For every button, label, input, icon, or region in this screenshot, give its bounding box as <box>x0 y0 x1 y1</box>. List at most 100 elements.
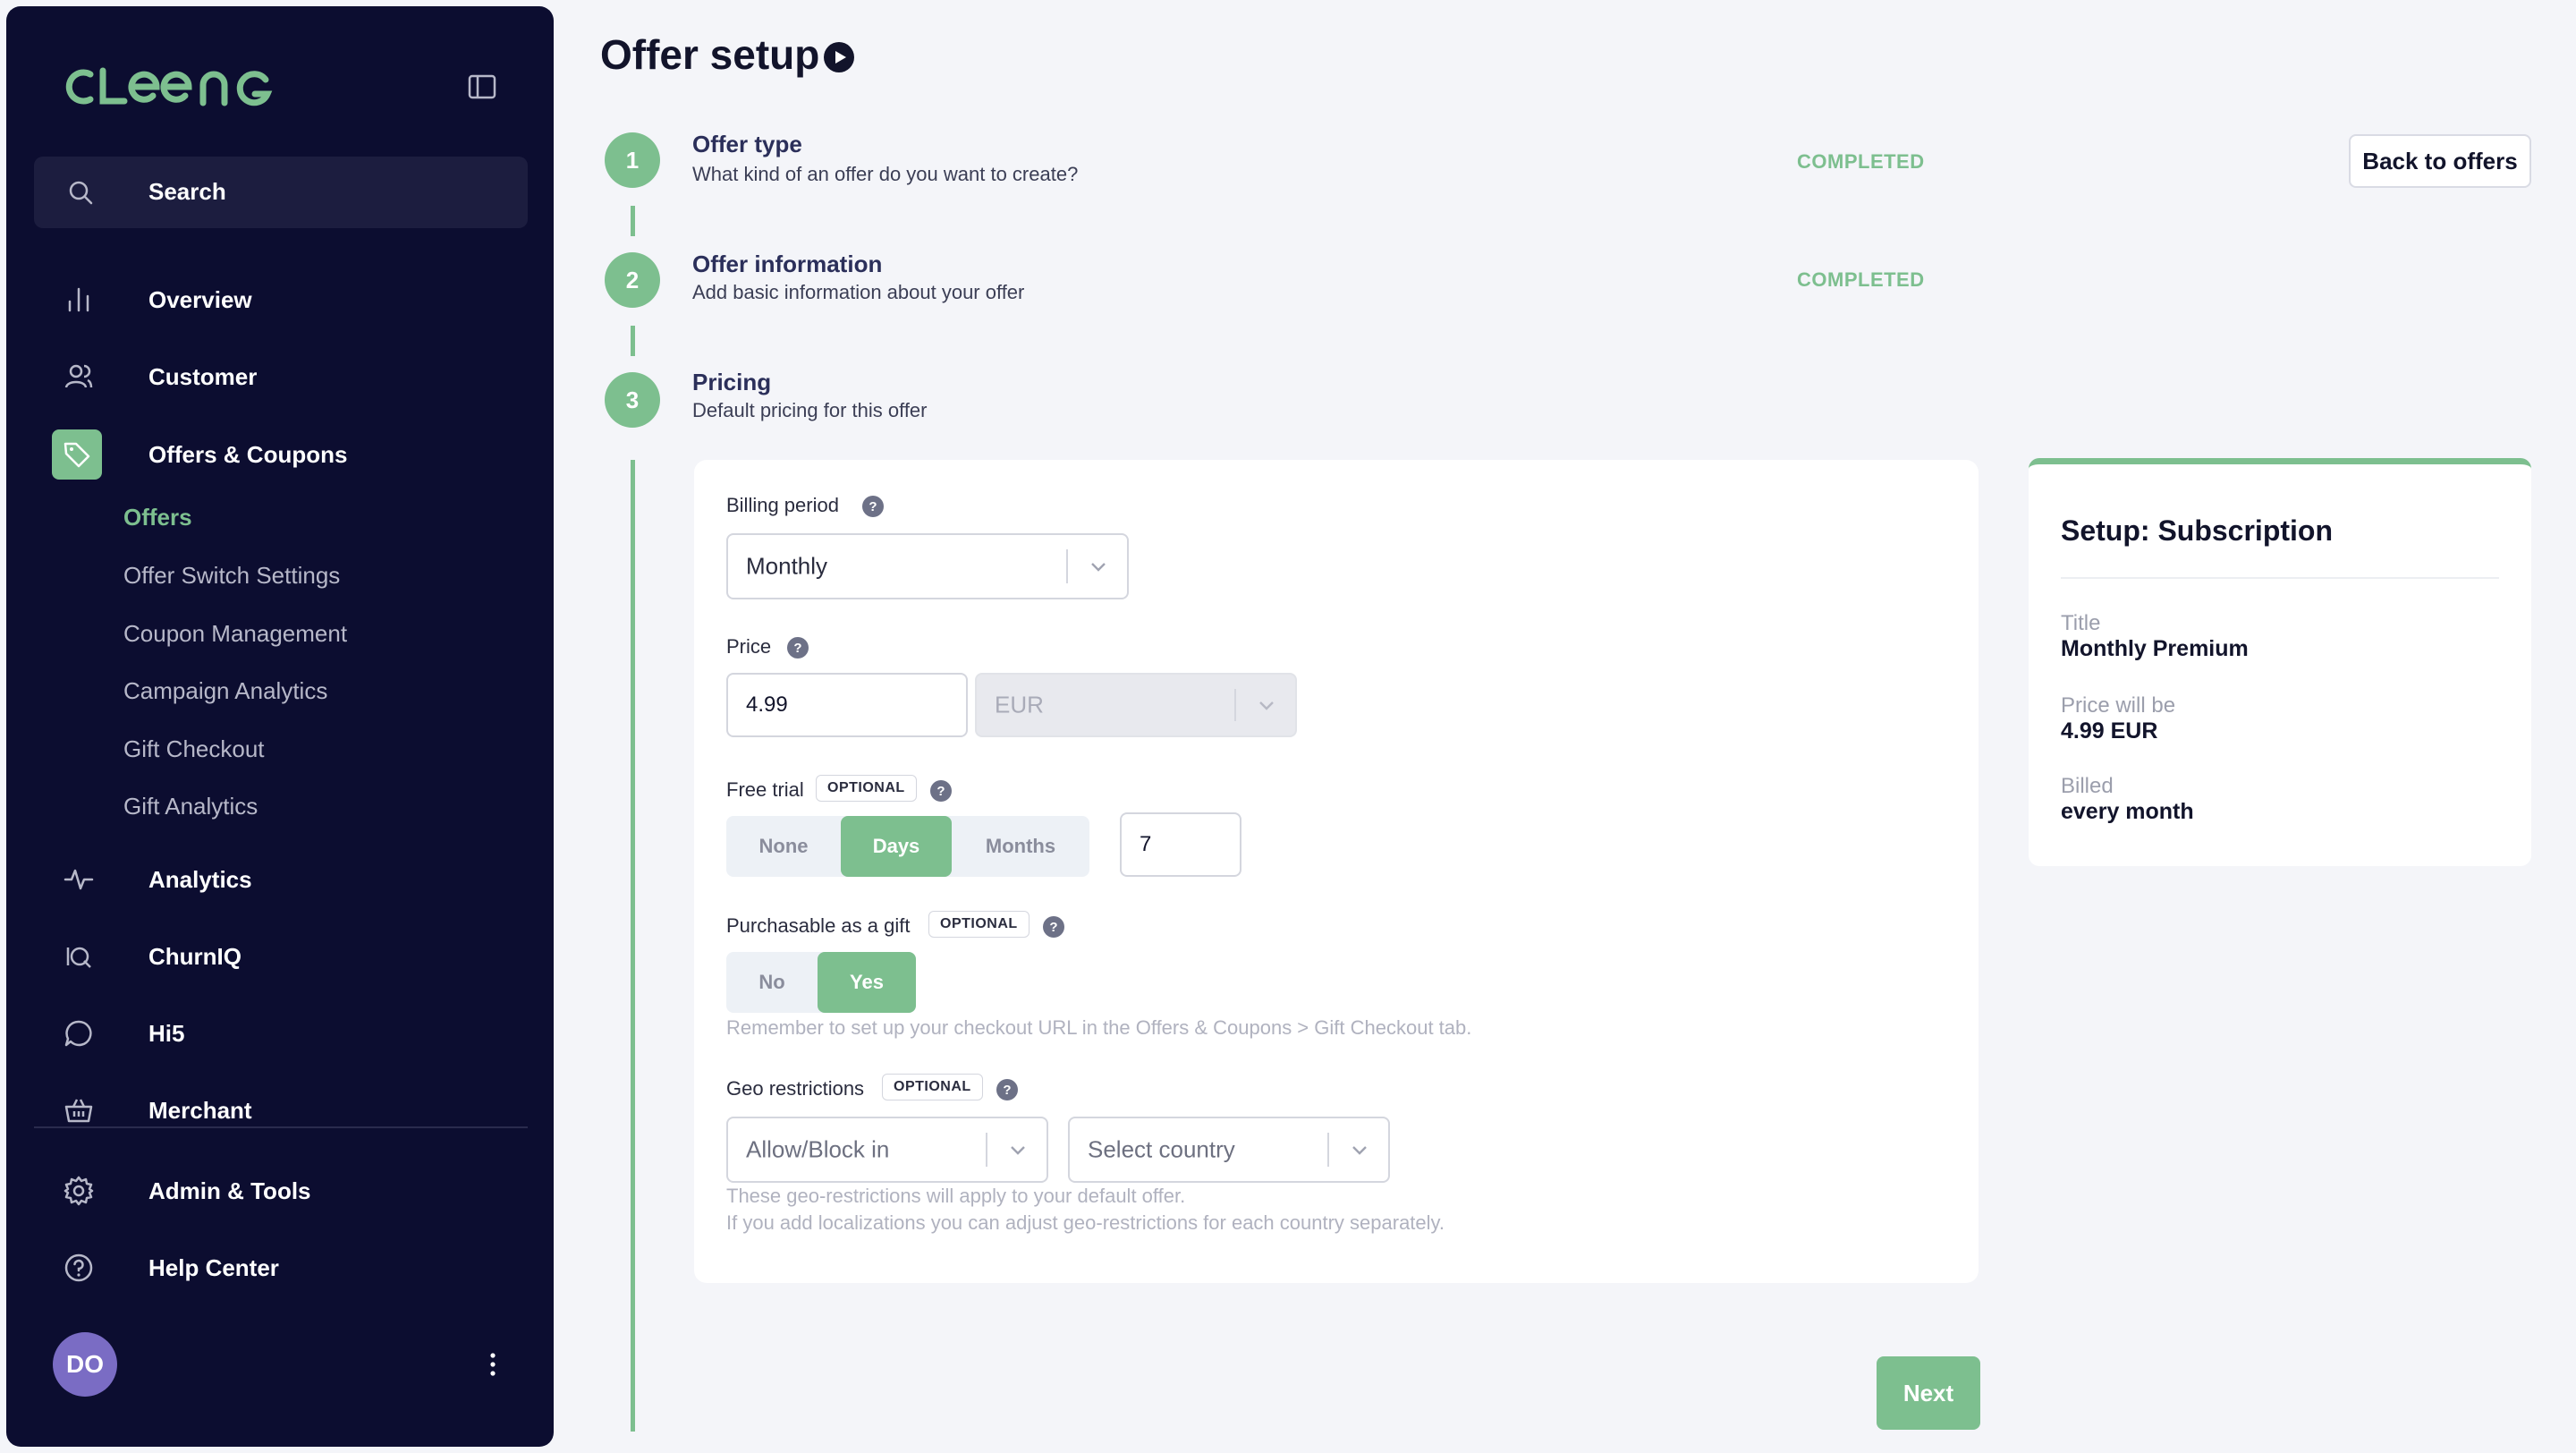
free-trial-label: Free trial <box>726 778 804 801</box>
sidebar-item-label: Analytics <box>148 866 252 893</box>
free-trial-option-months[interactable]: Months <box>952 816 1089 877</box>
summary-title-label: Title <box>2061 611 2101 635</box>
step-3-title: Pricing <box>692 369 772 395</box>
sidebar-item-overview[interactable]: Overview <box>34 271 528 328</box>
summary-heading: Setup: Subscription <box>2061 514 2333 547</box>
geo-country-placeholder: Select country <box>1088 1135 1235 1163</box>
geo-mode-placeholder: Allow/Block in <box>746 1135 890 1163</box>
sidebar-item-admin-tools[interactable]: Admin & Tools <box>34 1162 528 1219</box>
chevron-down-icon <box>1352 1146 1367 1155</box>
optional-badge: OPTIONAL <box>816 775 917 802</box>
chevron-down-icon <box>1259 701 1274 710</box>
step-2-title: Offer information <box>692 251 883 277</box>
step-2-status: COMPLETED <box>1797 268 1925 291</box>
summary-price-value: 4.99 EUR <box>2061 718 2158 743</box>
activity-icon <box>64 869 94 890</box>
pricing-form-card: Billing period ? Monthly Price ? 4.99 EU… <box>694 460 1979 1283</box>
help-icon[interactable]: ? <box>1043 916 1064 938</box>
sidebar-collapse-icon[interactable] <box>466 71 498 103</box>
sidebar-item-label: ChurnIQ <box>148 943 242 970</box>
summary-title-value: Monthly Premium <box>2061 636 2249 661</box>
page-title: Offer setup <box>600 31 820 78</box>
sidebar-subitem-offer-switch[interactable]: Offer Switch Settings <box>123 562 340 601</box>
sidebar-item-label: Overview <box>148 286 252 313</box>
step-2-description: Add basic information about your offer <box>692 281 1025 303</box>
step-1-status: COMPLETED <box>1797 150 1925 173</box>
free-trial-length-input[interactable]: 7 <box>1120 812 1241 877</box>
help-circle-icon <box>64 1253 93 1282</box>
summary-price-label: Price will be <box>2061 693 2176 718</box>
step-3-number: 3 <box>605 372 660 428</box>
free-trial-option-days[interactable]: Days <box>841 816 952 877</box>
churniq-icon <box>66 947 91 968</box>
sidebar-item-merchant[interactable]: Merchant <box>34 1082 528 1139</box>
back-to-offers-button[interactable]: Back to offers <box>2349 134 2531 188</box>
next-button[interactable]: Next <box>1877 1356 1980 1430</box>
sidebar-item-customer[interactable]: Customer <box>34 348 528 405</box>
sidebar-item-churniq[interactable]: ChurnIQ <box>34 928 528 985</box>
chevron-down-icon <box>1011 1146 1025 1155</box>
gift-option-yes[interactable]: Yes <box>818 952 916 1013</box>
step-connector-active <box>631 460 635 1432</box>
geo-country-select[interactable]: Select country <box>1068 1117 1390 1183</box>
select-separator <box>986 1133 987 1167</box>
help-icon[interactable]: ? <box>996 1079 1018 1100</box>
geo-hint-line-2: If you add localizations you can adjust … <box>726 1211 1445 1234</box>
basket-icon <box>64 1099 93 1123</box>
sidebar-subitem-offers[interactable]: Offers <box>123 504 192 543</box>
sidebar-item-help-center[interactable]: Help Center <box>34 1239 528 1296</box>
sidebar-subitem-gift-checkout[interactable]: Gift Checkout <box>123 735 265 775</box>
currency-value: EUR <box>995 691 1044 718</box>
user-avatar[interactable]: DO <box>53 1332 117 1397</box>
summary-divider <box>2061 577 2499 579</box>
help-icon[interactable]: ? <box>862 496 884 517</box>
optional-badge: OPTIONAL <box>882 1074 983 1100</box>
sidebar-item-offers-coupons[interactable]: Offers & Coupons <box>34 426 528 483</box>
chat-bubble-icon <box>64 1020 92 1047</box>
chevron-down-icon <box>1091 563 1106 572</box>
optional-badge: OPTIONAL <box>928 911 1030 938</box>
sidebar-item-hi5[interactable]: Hi5 <box>34 1005 528 1062</box>
price-label: Price <box>726 635 772 658</box>
sidebar-subitem-gift-analytics[interactable]: Gift Analytics <box>123 793 258 832</box>
step-1-description: What kind of an offer do you want to cre… <box>692 163 1079 185</box>
help-icon[interactable]: ? <box>787 637 809 659</box>
sidebar-item-label: Customer <box>148 363 258 390</box>
select-separator <box>1327 1133 1329 1167</box>
sidebar-item-label: Hi5 <box>148 1020 185 1047</box>
users-icon <box>64 364 93 388</box>
step-connector <box>631 206 635 236</box>
sidebar-item-analytics[interactable]: Analytics <box>34 851 528 908</box>
gift-toggle: No Yes <box>726 952 916 1013</box>
summary-billed-label: Billed <box>2061 774 2114 798</box>
currency-select: EUR <box>975 673 1297 737</box>
sidebar-subitem-coupon-management[interactable]: Coupon Management <box>123 620 347 659</box>
svg-text:?: ? <box>936 784 945 799</box>
tag-icon <box>64 442 90 468</box>
sidebar-subitem-campaign-analytics[interactable]: Campaign Analytics <box>123 677 327 717</box>
geo-mode-select[interactable]: Allow/Block in <box>726 1117 1048 1183</box>
select-separator <box>1234 689 1236 721</box>
sidebar-search[interactable]: Search <box>34 157 528 228</box>
billing-period-label: Billing period <box>726 494 839 516</box>
setup-summary-card: Setup: Subscription Title Monthly Premiu… <box>2029 458 2531 866</box>
geo-hint-line-1: These geo-restrictions will apply to you… <box>726 1185 1186 1207</box>
sidebar-divider <box>34 1126 528 1128</box>
svg-text:?: ? <box>869 499 877 514</box>
bar-chart-icon <box>68 287 89 312</box>
billing-period-value: Monthly <box>746 552 828 580</box>
sidebar-item-label: Help Center <box>148 1254 279 1281</box>
billing-period-select[interactable]: Monthly <box>726 533 1129 599</box>
kebab-menu-icon[interactable] <box>477 1348 509 1381</box>
gift-option-no[interactable]: No <box>726 952 818 1013</box>
price-input[interactable]: 4.99 <box>726 673 968 737</box>
step-2-number: 2 <box>605 252 660 308</box>
free-trial-toggle: None Days Months <box>726 816 1089 877</box>
free-trial-option-none[interactable]: None <box>726 816 841 877</box>
sidebar-item-label: Merchant <box>148 1097 252 1124</box>
step-1-title: Offer type <box>692 131 802 157</box>
cleeng-logo[interactable] <box>60 64 292 110</box>
svg-text:?: ? <box>1003 1083 1011 1098</box>
help-icon[interactable]: ? <box>930 780 952 802</box>
play-video-icon[interactable] <box>823 41 855 73</box>
